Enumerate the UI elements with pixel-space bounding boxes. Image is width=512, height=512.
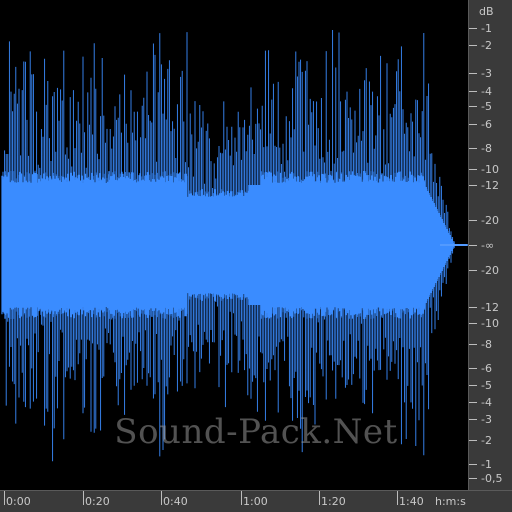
time-label: 1:20 [321,495,346,508]
db-label-upper: -3 [481,67,492,80]
waveform-channel [1,30,468,462]
db-tick [469,124,477,125]
db-label-lower: -1 [481,458,492,471]
db-tick [469,402,477,403]
time-label: 1:40 [399,495,424,508]
db-label-lower: -20 [481,264,499,277]
db-tick [469,169,477,170]
db-label-lower: -6 [481,362,492,375]
db-label-lower: -10 [481,317,499,330]
db-label-lower: -8 [481,338,492,351]
db-tick [469,307,477,308]
db-tick [469,106,477,107]
db-label-upper: -8 [481,142,492,155]
watermark: Sound-Pack.Net [0,412,512,452]
db-label-lower: -0,5 [481,472,503,485]
db-tick [469,91,477,92]
db-label-lower: -5 [481,379,492,392]
db-tick [469,368,477,369]
db-tick [469,45,477,46]
db-tick [469,148,477,149]
db-label-upper: -12 [481,179,499,192]
db-tick [469,385,477,386]
db-label-center: -∞ [481,239,495,252]
time-ruler[interactable]: 0:00 0:20 0:40 1:00 1:20 1:40 h:m:s [0,490,512,512]
db-tick [469,323,477,324]
time-tick [83,491,84,505]
db-label-upper: -6 [481,118,492,131]
db-tick [469,73,477,74]
db-label-upper: -20 [481,214,499,227]
time-tick [241,491,242,505]
db-label-lower: -4 [481,396,492,409]
time-label: 1:00 [243,495,268,508]
db-tick [469,270,477,271]
db-label-upper: -4 [481,85,492,98]
db-tick [469,464,477,465]
db-tick [469,220,477,221]
db-tick [469,478,477,479]
db-label-upper: -2 [481,39,492,52]
db-label-upper: -5 [481,100,492,113]
db-label-upper: -1 [481,22,492,35]
time-tick [4,491,5,505]
time-unit-label: h:m:s [435,495,466,508]
time-label: 0:40 [163,495,188,508]
time-tick [397,491,398,505]
db-tick [469,28,477,29]
watermark-text: Sound-Pack.Net [114,412,398,452]
time-tick [161,491,162,505]
db-label-upper: -10 [481,163,499,176]
db-label-lower: -12 [481,301,499,314]
time-label: 0:20 [85,495,110,508]
time-tick [319,491,320,505]
time-label: 0:00 [6,495,31,508]
db-tick [469,245,477,246]
waveform-editor[interactable]: dB -1 -2 -3 -4 -5 -6 -8 -10 -12 -20 -∞ -20 -12 -10 -8 -… [0,0,512,512]
db-tick [469,185,477,186]
db-unit-label: dB [479,5,494,18]
db-tick [469,344,477,345]
